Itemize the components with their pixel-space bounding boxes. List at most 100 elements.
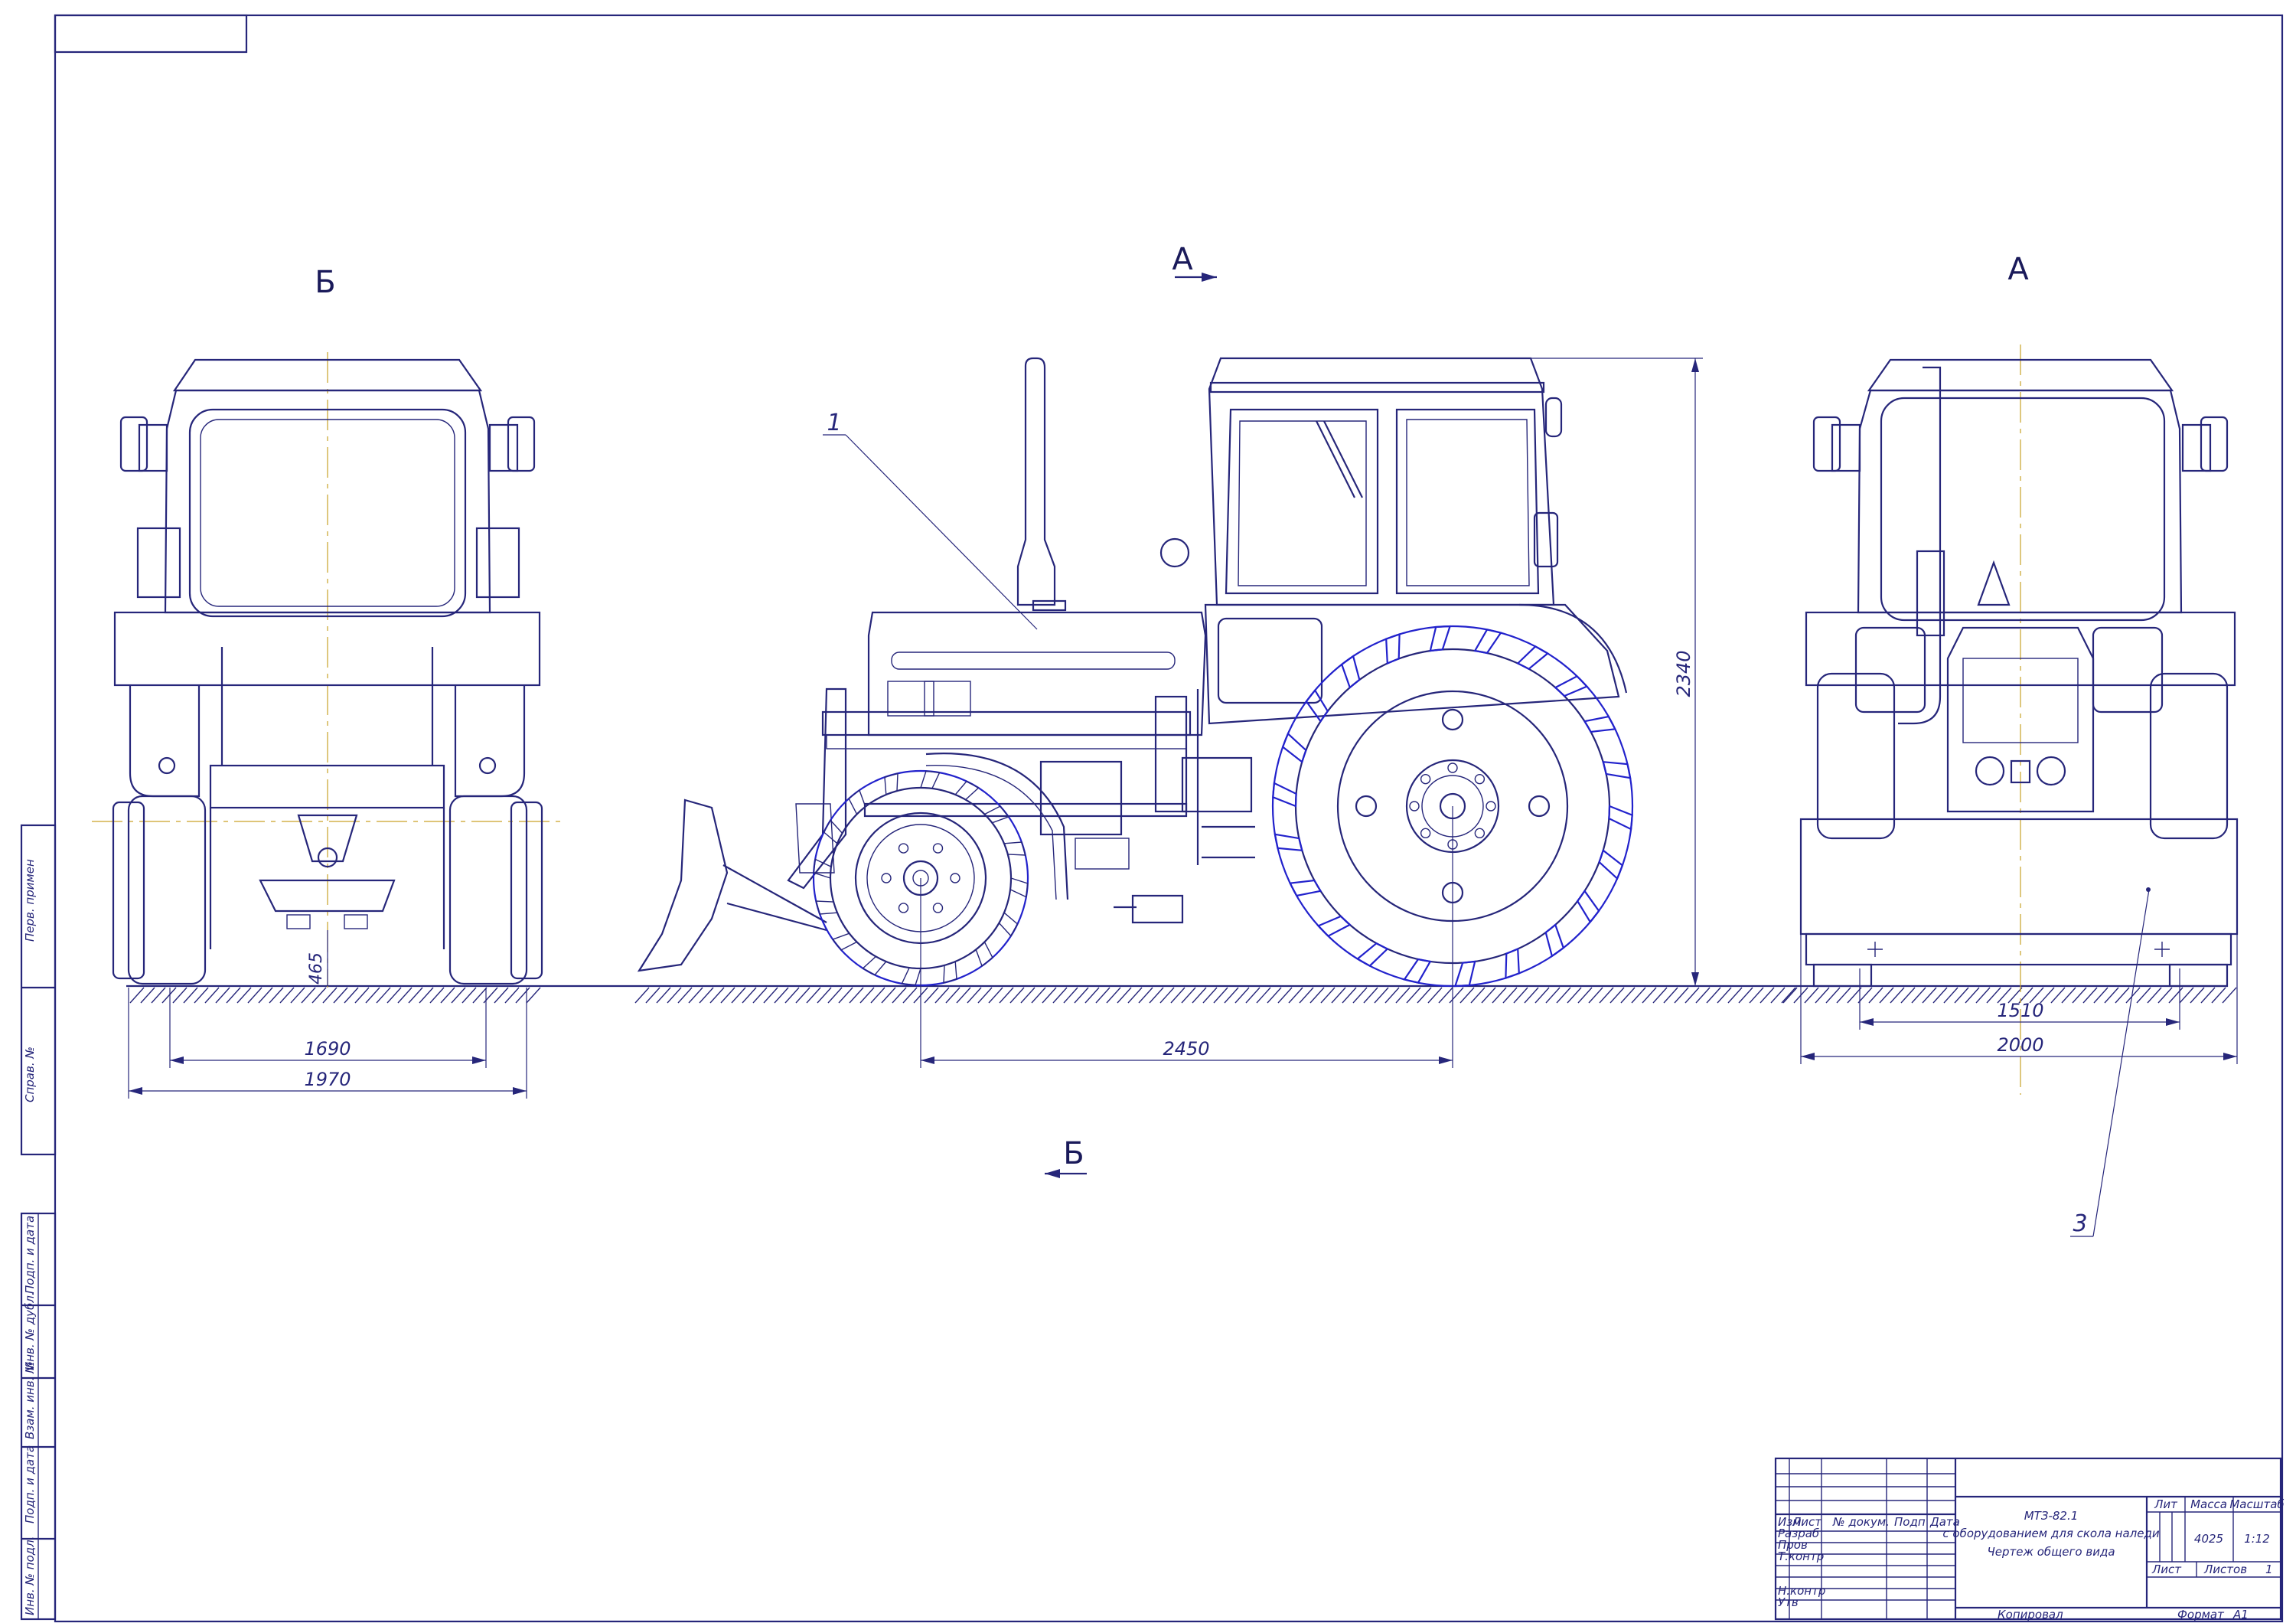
wheel-bolt: [898, 843, 909, 854]
tire-tread: [1316, 915, 1352, 938]
section-b-label: Б: [1063, 1136, 1084, 1171]
dim-wheelbase: 2450: [1163, 1038, 1209, 1060]
ground-hatch-line: [988, 987, 1003, 1004]
tire-tread: [831, 932, 858, 951]
tire-tread: [1003, 841, 1026, 856]
tire-tread: [1272, 782, 1297, 808]
ground-hatch-line: [999, 987, 1014, 1004]
ground-hatch-line: [1009, 987, 1025, 1004]
ground-hatch-line: [279, 987, 295, 1004]
ground-hatch-line: [1954, 987, 1969, 1004]
ground-hatch-line: [784, 987, 800, 1004]
ground-hatch-line: [1374, 987, 1389, 1004]
ground-hatch-line: [2190, 987, 2205, 1004]
ground-hatch-line: [247, 987, 263, 1004]
ground-hatch-line: [151, 987, 166, 1004]
ground-hatch-line: [333, 987, 348, 1004]
ground-hatch-line: [386, 987, 402, 1004]
ground-hatch-line: [2211, 987, 2226, 1004]
ground-hatch-line: [1224, 987, 1239, 1004]
wheel-bolt: [881, 873, 892, 883]
dim-clearance: 465: [307, 952, 326, 985]
dim-track-rear: 1510: [1997, 1000, 2043, 1021]
ground-hatch-line: [1459, 987, 1475, 1004]
ground-hatch-line: [1815, 987, 1830, 1004]
tire-tread: [1608, 805, 1633, 831]
ground-hatch-line: [849, 987, 864, 1004]
tire-tread: [1403, 958, 1432, 984]
ground-hatch-line: [183, 987, 198, 1004]
ground-hatch-line: [1965, 987, 1980, 1004]
ground-hatch-line: [1804, 987, 1819, 1004]
ground-hatch-line: [934, 987, 950, 1004]
ground-hatch-line: [677, 987, 693, 1004]
ground-hatch-line: [1631, 987, 1646, 1004]
ground-hatch-line: [1857, 987, 1873, 1004]
ground-hatch-line: [1309, 987, 1325, 1004]
ground-hatch-line: [1138, 987, 1153, 1004]
perv-primen-label: Перв. примен: [23, 859, 37, 942]
ground-hatch-line: [1106, 987, 1121, 1004]
ground-hatch-line: [140, 987, 155, 1004]
ground-hatch-line: [731, 987, 746, 1004]
tire-tread: [813, 858, 832, 879]
ground-hatch-line: [1213, 987, 1228, 1004]
ground-hatch-line: [1770, 987, 1786, 1004]
tire-tread: [1288, 879, 1322, 897]
format-value: А1: [2232, 1608, 2249, 1621]
ground-hatch-line: [1031, 987, 1046, 1004]
ground-hatch-line: [429, 987, 445, 1004]
ground-hatch-line: [1331, 987, 1346, 1004]
view-a-label: А: [2007, 252, 2029, 287]
vzam-inv-label: Взам. инв. №: [23, 1361, 37, 1439]
tire-tread: [1453, 960, 1476, 988]
wheel-bolt: [1474, 828, 1486, 839]
rear-dimensions: 1510 2000: [1800, 934, 2238, 1064]
kopiroval-label: Копировал: [1998, 1608, 2063, 1621]
tire-tread: [1385, 632, 1401, 665]
ground-hatch-line: [1556, 987, 1571, 1004]
list-label: Лист: [2151, 1563, 2182, 1576]
ground-hatch-line: [1502, 987, 1518, 1004]
ground-hatch-line: [161, 987, 177, 1004]
ground-hatch-line: [2061, 987, 2076, 1004]
ground-hatch-line: [2082, 987, 2098, 1004]
ground-hatch-line: [172, 987, 188, 1004]
ground-hatch-line: [1674, 987, 1689, 1004]
ground-hatch-line: [1900, 987, 1916, 1004]
ground-hatch-line: [1642, 987, 1657, 1004]
ground-hatch-line: [397, 987, 413, 1004]
ground-hatch-line: [1267, 987, 1282, 1004]
row-tkontr: Т.контр: [1778, 1550, 1824, 1563]
tire-tread: [920, 770, 941, 789]
tire-tread: [862, 955, 887, 976]
ground-hatch-line: [1288, 987, 1303, 1004]
ground-hatch-line: [2050, 987, 2066, 1004]
ground-hatch-line: [2168, 987, 2183, 1004]
ground-hatch-line: [269, 987, 284, 1004]
ground-hatch-line: [1513, 987, 1528, 1004]
ground-hatch-line: [806, 987, 821, 1004]
ground-hatch-line: [226, 987, 241, 1004]
ground-hatch-line: [1836, 987, 1851, 1004]
tire-tread: [848, 789, 866, 815]
ground-hatch-line: [1727, 987, 1743, 1004]
ground-hatch-line: [2115, 987, 2130, 1004]
ground-hatch-line: [1609, 987, 1625, 1004]
ground-hatch-line: [1020, 987, 1035, 1004]
ground-hatch-line: [1245, 987, 1261, 1004]
format-label: Формат: [2177, 1608, 2225, 1621]
ground-hatch-line: [1470, 987, 1486, 1004]
inv-dubl-label: Инв. № дубл.: [23, 1292, 37, 1370]
ground-hatch-line: [1782, 987, 1798, 1004]
ground-hatch-line: [1738, 987, 1753, 1004]
col-doc: № докум.: [1832, 1515, 1890, 1529]
title-line3: Чертеж общего вида: [1987, 1545, 2115, 1559]
ground-hatch-line: [365, 987, 380, 1004]
callout-3: 3: [2073, 1210, 2087, 1237]
title-line2: с оборудованием для скола наледи: [1942, 1527, 2159, 1540]
tire-tread: [815, 900, 838, 915]
ground-hatch-line: [301, 987, 316, 1004]
ground-hatch-line: [1095, 987, 1110, 1004]
ground-hatch-line: [1932, 987, 1948, 1004]
